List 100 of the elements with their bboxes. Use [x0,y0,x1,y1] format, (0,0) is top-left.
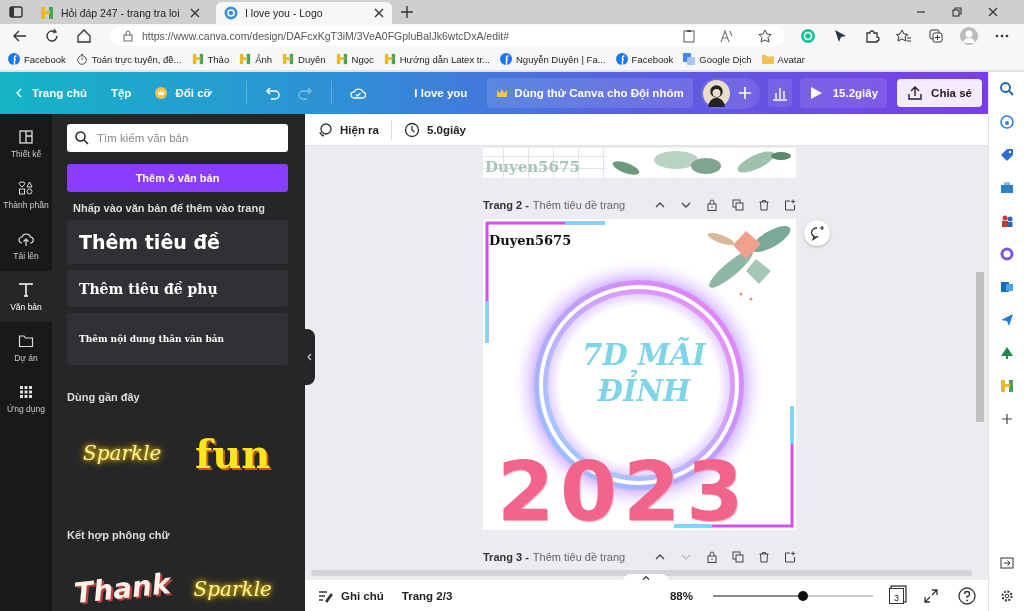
text-preset[interactable]: Thêm tiêu đề [67,220,288,264]
sidebar-tab[interactable]: Văn bản [0,271,52,322]
site-logo-icon [239,53,252,65]
collapse-panel-handle[interactable] [305,329,315,385]
site-logo-icon[interactable] [999,379,1014,393]
font-combo-sample[interactable]: Thank [65,566,179,611]
present-button[interactable]: 15.2giây [799,78,888,108]
close-icon[interactable] [374,8,384,18]
bookmark[interactable]: Thảo [191,53,230,65]
signature-text: Duyen5675 [485,157,580,177]
mail-icon[interactable] [999,280,1014,294]
timing-button[interactable]: 5.0giây [404,121,466,138]
zoom-level[interactable]: 88% [669,589,693,602]
add-people-icon[interactable] [737,86,752,100]
bookmark[interactable]: Ảnh [239,53,273,65]
bookmark[interactable]: Avatar [761,53,805,65]
settings-icon[interactable] [999,589,1014,603]
read-aloud-icon[interactable] [720,29,734,43]
clipboard-icon[interactable] [682,29,696,43]
bookmark[interactable]: Toán trực tuyến, đề... [75,53,182,65]
page-indicator[interactable]: Trang 2/3 [401,589,453,602]
round-logo-icon [8,53,20,65]
add-text-box-button[interactable]: Thêm ô văn bản [67,164,288,192]
share-button[interactable]: Chia sẻ [897,79,982,107]
duplicate-icon[interactable] [732,199,744,211]
sidebar-tab[interactable]: Dự án [0,322,52,373]
add-icon[interactable] [999,412,1014,426]
chat-logo-icon[interactable] [999,115,1014,129]
page-title-field[interactable]: Thêm tiêu đề trang [532,551,626,563]
people-icon[interactable] [999,214,1014,228]
font-style-sample[interactable]: Sparkle [67,441,178,465]
text-preset[interactable]: Thêm nội dung thân văn bản [67,313,288,365]
animation-button[interactable]: Hiện ra [317,121,379,138]
bookmark[interactable]: Ngọc [335,53,374,65]
ring-logo-icon[interactable] [999,247,1014,261]
sidebar-tab[interactable]: Ứng dụng [0,373,52,424]
notes-button[interactable]: Ghi chú [317,587,384,604]
lock-icon[interactable] [706,551,718,563]
add-page-icon[interactable] [784,199,796,211]
close-icon[interactable] [190,8,200,18]
translate-icon [683,53,696,65]
user-avatar[interactable] [702,79,730,107]
insights-icon[interactable] [767,79,792,107]
crown-badge-icon [155,87,168,99]
address-bar[interactable]: https://www.canva.com/design/DAFcxKgT3iM/3VeA0FGpluBalJk6wtcDxA/edit# [110,26,784,46]
favorite-star-icon[interactable] [758,29,772,43]
page-title-field[interactable]: Thêm tiêu đề trang [532,199,626,211]
duplicate-icon[interactable] [732,551,744,563]
collections-icon[interactable] [928,28,944,44]
close-icon[interactable] [988,7,998,17]
bookmark[interactable]: Hướng dẫn Latex tr... [383,53,490,65]
add-comment-button[interactable] [804,220,830,246]
cursor-icon[interactable] [832,28,848,44]
new-tab-icon[interactable] [400,5,414,19]
chevron-left-icon [14,88,24,98]
search-field[interactable]: Tìm kiếm văn bản [67,124,288,152]
exit-panel-icon[interactable] [999,556,1014,570]
undo-icon[interactable] [264,85,281,101]
font-combo-sample[interactable]: Sparkle [177,577,288,601]
fullscreen-icon[interactable] [924,588,938,603]
tag-icon[interactable] [999,148,1014,162]
lock-icon[interactable] [706,199,718,211]
design-title[interactable]: I love you [414,87,468,99]
add-page-icon[interactable] [784,551,796,563]
stopwatch-icon [75,53,88,65]
bookmark[interactable]: Nguyễn Duyên | Fa... [500,53,606,65]
bookmark[interactable]: Google Dịch [683,53,752,65]
browser-tab[interactable]: Hỏi đáp 247 - trang tra loi [32,2,208,24]
paper-plane-icon[interactable] [999,313,1014,327]
font-style-sample[interactable]: fun [177,429,288,477]
chevron-left-icon [306,353,314,361]
text-preset[interactable]: Thêm tiêu đề phụ [67,270,288,307]
sidebar-tab[interactable]: Thiết kế [0,118,52,169]
tab-actions-icon[interactable] [8,4,24,20]
sidebar-tab[interactable]: Tải lên [0,220,52,271]
back-arrow-icon[interactable] [12,28,28,44]
slider-thumb[interactable] [797,590,808,601]
round-logo-icon [615,53,628,65]
restore-icon[interactable] [952,7,962,17]
page-count-button[interactable]: 3 [889,587,904,604]
trash-icon[interactable] [758,199,770,211]
help-icon[interactable] [958,586,976,605]
home-icon[interactable] [76,28,92,44]
horizontal-scrollbar[interactable] [311,570,972,576]
tree-icon[interactable] [999,346,1014,360]
browser-tab[interactable]: I love you - Logo [216,2,392,24]
favorites-icon[interactable] [896,28,912,44]
bookmark[interactable]: Facebook [8,53,66,65]
section-title: Kết hợp phông chữ [67,529,171,541]
briefcase-icon[interactable] [999,181,1014,195]
bookmark[interactable]: Facebook [615,53,674,65]
sidebar-tab[interactable]: Thành phần [0,169,52,220]
puzzle-icon[interactable] [864,28,880,44]
section-title: Dùng gần đây [67,391,141,403]
team-trial-button[interactable]: Dùng thử Canva cho Đội nhóm [487,78,693,108]
animate-icon [317,121,333,138]
reload-icon[interactable] [44,28,60,44]
bookmark[interactable]: Duyên [282,53,326,65]
search-icon[interactable] [999,82,1014,96]
trash-icon[interactable] [758,551,770,563]
